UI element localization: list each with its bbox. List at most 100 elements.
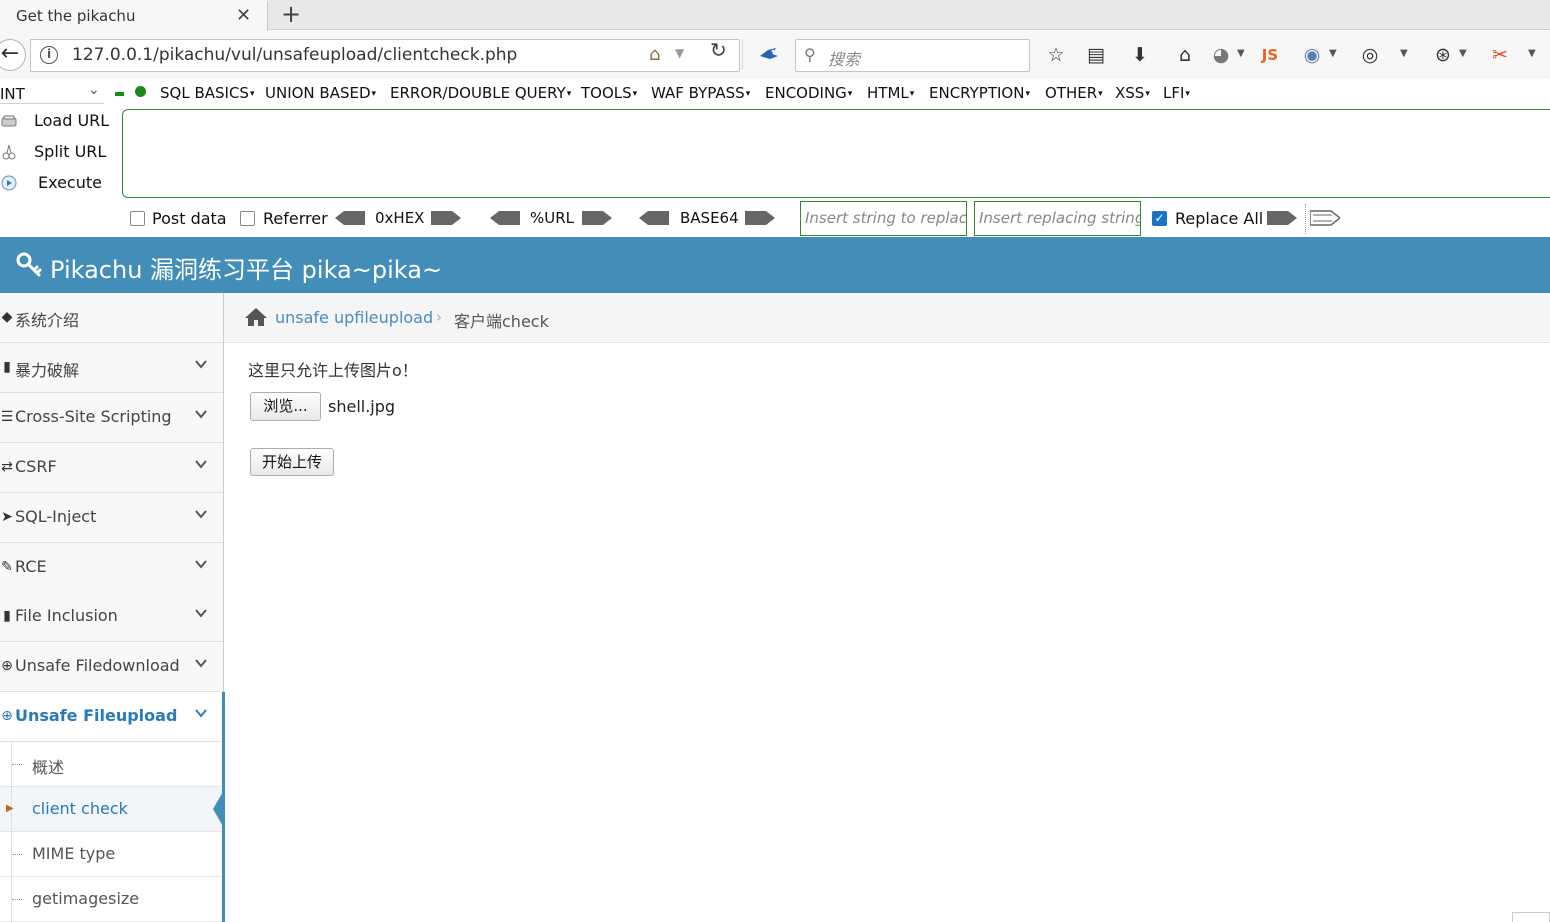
replace-string-input[interactable]: Insert string to replace — [800, 201, 967, 236]
tab-title: Get the pikachu — [16, 7, 136, 25]
sidebar-subitem-overview[interactable]: 概述 — [0, 742, 223, 787]
menu-xss[interactable]: XSS▾ — [1115, 84, 1150, 102]
sidebar-item-brute-force[interactable]: ▮ 暴力破解 — [0, 343, 223, 393]
upload-button[interactable]: 开始上传 — [250, 448, 334, 476]
menu-label: ERROR/DOUBLE QUERY — [390, 84, 566, 102]
sidebar-subitem-mime-type[interactable]: MIME type — [0, 832, 223, 877]
menu-lfi[interactable]: LFI▾ — [1163, 84, 1190, 102]
url-text[interactable]: 127.0.0.1/pikachu/vul/unsafeupload/clien… — [72, 45, 517, 65]
palette-icon[interactable]: ◎ — [1358, 44, 1382, 66]
home-bookmark-icon[interactable]: ⌂ — [649, 44, 660, 65]
bird-extension-icon[interactable] — [758, 42, 780, 64]
replacing-string-input[interactable]: Insert replacing string — [974, 201, 1141, 236]
menu-union-based[interactable]: UNION BASED▾ — [265, 84, 376, 102]
info-icon[interactable]: i — [40, 46, 58, 64]
colorzilla-icon[interactable]: ◉ — [1300, 44, 1324, 66]
breadcrumb-separator: › — [436, 308, 442, 326]
close-tab-icon[interactable]: ✕ — [236, 5, 251, 26]
chevron-down-icon[interactable]: ▼ — [1329, 48, 1337, 59]
hex-decode-icon[interactable] — [335, 209, 365, 227]
sidebar-subitem-client-check[interactable]: client check — [0, 787, 223, 832]
url-bar[interactable]: i 127.0.0.1/pikachu/vul/unsafeupload/cli… — [30, 39, 740, 72]
selected-file-name: shell.jpg — [328, 397, 396, 416]
sidebar-item-csrf[interactable]: ⇄ CSRF — [0, 443, 223, 493]
home-icon[interactable] — [244, 307, 268, 327]
replace-all-label: Replace All — [1175, 209, 1264, 228]
star-icon[interactable]: ☆ — [1044, 44, 1068, 66]
menu-label: ENCRYPTION — [929, 84, 1025, 102]
menu-other[interactable]: OTHER▾ — [1045, 84, 1103, 102]
fighter-jet-icon: ➤ — [1, 509, 13, 525]
base64-decode-icon[interactable] — [639, 209, 669, 227]
url-dropdown-icon[interactable]: ▼ — [675, 46, 684, 60]
upload-hint: 这里只允许上传图片o！ — [248, 361, 418, 380]
tab-active[interactable]: Get the pikachu ✕ — [0, 0, 268, 31]
post-data-checkbox[interactable] — [130, 211, 145, 226]
post-data-label: Post data — [152, 209, 227, 228]
menu-sql-basics[interactable]: SQL BASICS▾ — [160, 84, 254, 102]
download-icon[interactable]: ⬇ — [1128, 44, 1152, 66]
split-url-button[interactable]: Split URL — [0, 142, 110, 166]
type-select[interactable]: INT ⌄ — [0, 82, 104, 104]
plus-icon[interactable] — [135, 86, 146, 97]
browse-button[interactable]: 浏览... — [250, 392, 321, 421]
new-tab-icon[interactable]: + — [281, 0, 301, 28]
sidebar-subitem-label: client check — [32, 799, 128, 818]
menu-encoding[interactable]: ENCODING▾ — [765, 84, 852, 102]
breadcrumb-link[interactable]: unsafe upfileupload — [275, 308, 433, 327]
chevron-down-icon[interactable]: ▼ — [1400, 48, 1408, 59]
sidebar-item-unsafe-fileupload[interactable]: ⊕ Unsafe Fileupload — [0, 692, 223, 742]
search-box[interactable]: ⚲ 搜索 — [795, 39, 1030, 72]
corner-widget — [1512, 912, 1550, 922]
globe-icon[interactable]: ◕ — [1209, 44, 1233, 66]
sidebar-item-xss[interactable]: ☰ Cross-Site Scripting — [0, 393, 223, 443]
sidebar-item-sql-inject[interactable]: ➤ SQL-Inject — [0, 493, 223, 543]
type-select-value: INT — [0, 85, 25, 103]
url-encode-icon[interactable] — [582, 209, 612, 227]
chevron-down-icon — [195, 560, 207, 569]
minus-icon[interactable] — [115, 92, 124, 96]
pencil-icon: ✎ — [1, 559, 13, 575]
file-icon: ▮ — [3, 608, 11, 624]
load-url-button[interactable]: Load URL — [0, 111, 110, 135]
menu-label: HTML — [867, 84, 909, 102]
sidebar-subitem-label: MIME type — [32, 844, 116, 863]
url-decode-icon[interactable] — [490, 209, 520, 227]
menu-encryption[interactable]: ENCRYPTION▾ — [929, 84, 1030, 102]
world-icon[interactable]: ⊛ — [1431, 44, 1455, 66]
list-icon: ☰ — [0, 409, 14, 425]
replace-all-checkbox[interactable]: ✓ — [1152, 211, 1167, 226]
overflow-menu-icon[interactable]: ▼ — [1528, 48, 1536, 59]
chevron-down-icon[interactable]: ▼ — [1459, 48, 1467, 59]
reading-list-icon[interactable]: ▤ — [1084, 44, 1108, 66]
execute-button[interactable]: Execute — [0, 173, 110, 197]
home-icon[interactable]: ⌂ — [1173, 44, 1197, 66]
sidebar-item-rce[interactable]: ✎ RCE — [0, 543, 223, 593]
sidebar-item-file-inclusion[interactable]: ▮ File Inclusion — [0, 592, 223, 642]
sidebar-item-intro[interactable]: ◆ 系统介绍 — [0, 293, 223, 343]
menu-label: SQL BASICS — [160, 84, 249, 102]
sidebar-subitem-getimagesize[interactable]: getimagesize — [0, 877, 223, 922]
execute-icon — [1, 175, 17, 191]
reload-icon[interactable]: ↻ — [710, 38, 727, 62]
url-textarea[interactable] — [122, 109, 1550, 198]
chevron-down-icon — [195, 460, 207, 469]
replace-next-icon[interactable] — [1310, 209, 1340, 227]
menu-html[interactable]: HTML▾ — [867, 84, 914, 102]
referrer-checkbox[interactable] — [240, 211, 255, 226]
scissors-icon[interactable]: ✂ — [1488, 44, 1512, 66]
replace-run-icon[interactable] — [1267, 209, 1297, 227]
sidebar-item-label: Cross-Site Scripting — [15, 407, 172, 426]
back-button[interactable]: ← — [0, 39, 26, 71]
base64-encode-icon[interactable] — [745, 209, 775, 227]
chevron-down-icon[interactable]: ▼ — [1237, 48, 1245, 59]
chevron-down-icon: ⌄ — [88, 82, 100, 98]
sidebar-item-unsafe-filedownload[interactable]: ⊕ Unsafe Filedownload — [0, 642, 223, 692]
site-title[interactable]: Pikachu 漏洞练习平台 pika~pika~ — [50, 250, 442, 285]
js-icon[interactable]: JS — [1258, 46, 1282, 64]
hex-encode-icon[interactable] — [431, 209, 461, 227]
menu-tools[interactable]: TOOLS▾ — [581, 84, 637, 102]
menu-waf-bypass[interactable]: WAF BYPASS▾ — [651, 84, 750, 102]
breadcrumb: unsafe upfileupload › 客户端check — [224, 293, 1550, 343]
menu-error-double-query[interactable]: ERROR/DOUBLE QUERY▾ — [390, 84, 571, 102]
